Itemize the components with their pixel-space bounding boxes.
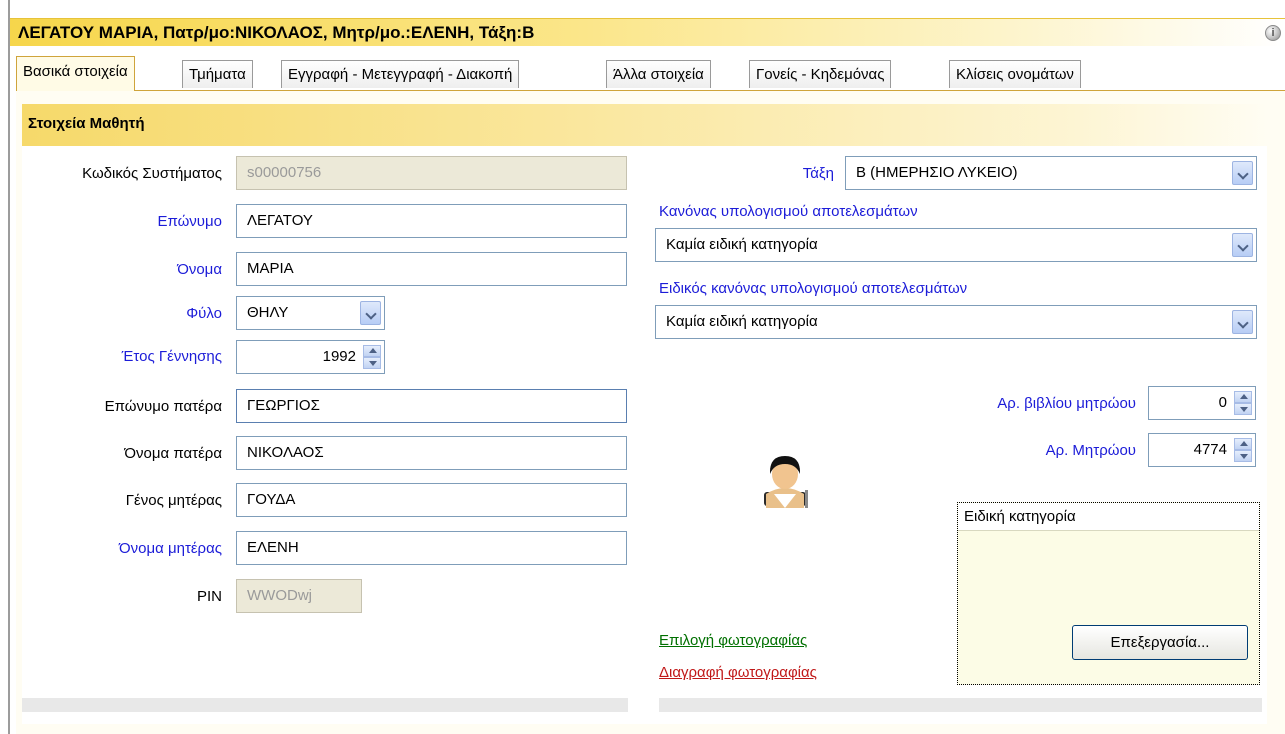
left-window-edge: [8, 0, 10, 734]
tab-name-declensions[interactable]: Κλίσεις ονομάτων: [949, 60, 1081, 88]
window-title: ΛΕΓΑΤΟΥ ΜΑΡΙΑ, Πατρ/μο:ΝΙΚΟΛΑΟΣ, Μητρ/μο…: [18, 23, 535, 42]
mother-name-field[interactable]: ΕΛΕΝΗ: [236, 531, 627, 565]
left-scrollbar[interactable]: [22, 698, 628, 712]
section-header: Στοιχεία Μαθητή: [22, 104, 1267, 146]
stepper-down-icon[interactable]: [1234, 450, 1252, 462]
father-surname-label: Επώνυμο πατέρα: [104, 398, 222, 415]
name-field[interactable]: ΜΑΡΙΑ: [236, 252, 627, 286]
tab-enrollment[interactable]: Εγγραφή - Μετεγγραφή - Διακοπή: [281, 60, 520, 88]
chevron-down-icon[interactable]: [1232, 161, 1253, 185]
person-avatar-icon: [764, 456, 808, 508]
registry-book-value: 0: [1218, 394, 1227, 411]
special-rule-label: Ειδικός κανόνας υπολογισμού αποτελεσμάτω…: [659, 280, 968, 297]
stepper-down-icon[interactable]: [1234, 403, 1252, 415]
stepper-arrows[interactable]: [1234, 438, 1252, 462]
mother-surname-label: Γένος μητέρας: [125, 492, 222, 509]
system-code-value: s00000756: [247, 164, 322, 181]
father-surname-value: ΓΕΩΡΓΙΟΣ: [247, 397, 320, 414]
name-label: Όνομα: [177, 261, 222, 278]
stepper-up-icon[interactable]: [1234, 391, 1252, 403]
pin-field: WWODwj: [236, 579, 362, 613]
gender-label: Φύλο: [186, 305, 222, 322]
tab-label: Άλλα στοιχεία: [613, 66, 704, 83]
class-label: Τάξη: [802, 165, 834, 182]
chevron-down-icon[interactable]: [360, 301, 381, 325]
special-rule-select[interactable]: Καμία ειδική κατηγορία: [655, 305, 1257, 339]
registry-no-value: 4774: [1193, 441, 1227, 458]
birth-year-label: Έτος Γέννησης: [121, 348, 222, 365]
tab-basic-info[interactable]: Βασικά στοιχεία: [16, 56, 135, 91]
registry-no-label: Αρ. Μητρώου: [1045, 442, 1136, 459]
right-scrollbar[interactable]: [659, 698, 1262, 712]
edit-button[interactable]: Επεξεργασία...: [1072, 625, 1248, 660]
info-icon[interactable]: i: [1265, 25, 1281, 41]
tab-parents-guardian[interactable]: Γονείς - Κηδεμόνας: [749, 60, 892, 88]
surname-value: ΛΕΓΑΤΟΥ: [247, 212, 313, 229]
father-name-label: Όνομα πατέρα: [124, 445, 222, 462]
stepper-arrows[interactable]: [1234, 391, 1252, 415]
birth-year-value: 1992: [322, 348, 356, 365]
tab-sections[interactable]: Τμήματα: [182, 60, 253, 88]
registry-book-label: Αρ. βιβλίου μητρώου: [997, 395, 1136, 412]
mother-name-label: Όνομα μητέρας: [119, 540, 222, 557]
father-name-value: ΝΙΚΟΛΑΟΣ: [247, 444, 324, 461]
special-rule-value: Καμία ειδική κατηγορία: [666, 313, 818, 330]
system-code-label: Κωδικός Συστήματος: [82, 165, 222, 182]
birth-year-stepper[interactable]: 1992: [236, 340, 385, 374]
chevron-down-icon[interactable]: [1232, 233, 1253, 257]
special-category-title: Ειδική κατηγορία: [958, 503, 1259, 531]
stepper-up-icon[interactable]: [363, 345, 381, 357]
tab-label: Γονείς - Κηδεμόνας: [756, 66, 885, 83]
mother-name-value: ΕΛΕΝΗ: [247, 539, 299, 556]
tab-label: Βασικά στοιχεία: [23, 63, 128, 80]
stepper-down-icon[interactable]: [363, 357, 381, 369]
name-value: ΜΑΡΙΑ: [247, 260, 294, 277]
registry-no-stepper[interactable]: 4774: [1148, 433, 1256, 467]
title-bar: ΛΕΓΑΤΟΥ ΜΑΡΙΑ, Πατρ/μο:ΝΙΚΟΛΑΟΣ, Μητρ/μο…: [10, 18, 1285, 46]
results-rule-value: Καμία ειδική κατηγορία: [666, 236, 818, 253]
tab-label: Εγγραφή - Μετεγγραφή - Διακοπή: [288, 66, 513, 83]
tab-label: Κλίσεις ονομάτων: [956, 66, 1074, 83]
delete-photo-link[interactable]: Διαγραφή φωτογραφίας: [659, 664, 817, 681]
father-surname-field[interactable]: ΓΕΩΡΓΙΟΣ: [236, 389, 627, 423]
stepper-arrows[interactable]: [363, 345, 381, 369]
registry-book-stepper[interactable]: 0: [1148, 386, 1256, 420]
mother-surname-field[interactable]: ΓΟΥΔΑ: [236, 483, 627, 517]
special-category-panel: Ειδική κατηγορία Επεξεργασία...: [957, 502, 1260, 685]
surname-label: Επώνυμο: [157, 213, 222, 230]
class-select[interactable]: Β (ΗΜΕΡΗΣΙΟ ΛΥΚΕΙΟ): [845, 156, 1257, 190]
gender-select[interactable]: ΘΗΛΥ: [236, 296, 385, 330]
surname-field[interactable]: ΛΕΓΑΤΟΥ: [236, 204, 627, 238]
system-code-field: s00000756: [236, 156, 627, 190]
tab-label: Τμήματα: [189, 66, 246, 83]
gender-value: ΘΗΛΥ: [247, 304, 289, 321]
chevron-down-icon[interactable]: [1232, 310, 1253, 334]
pin-value: WWODwj: [247, 587, 312, 604]
class-value: Β (ΗΜΕΡΗΣΙΟ ΛΥΚΕΙΟ): [856, 164, 1018, 181]
tab-other-info[interactable]: Άλλα στοιχεία: [606, 60, 711, 88]
select-photo-link[interactable]: Επιλογή φωτογραφίας: [659, 632, 807, 649]
stepper-up-icon[interactable]: [1234, 438, 1252, 450]
results-rule-label: Κανόνας υπολογισμού αποτελεσμάτων: [659, 203, 918, 220]
results-rule-select[interactable]: Καμία ειδική κατηγορία: [655, 228, 1257, 262]
section-title: Στοιχεία Μαθητή: [28, 115, 145, 132]
pin-label: PIN: [196, 588, 222, 605]
mother-surname-value: ΓΟΥΔΑ: [247, 491, 296, 508]
father-name-field[interactable]: ΝΙΚΟΛΑΟΣ: [236, 436, 627, 470]
